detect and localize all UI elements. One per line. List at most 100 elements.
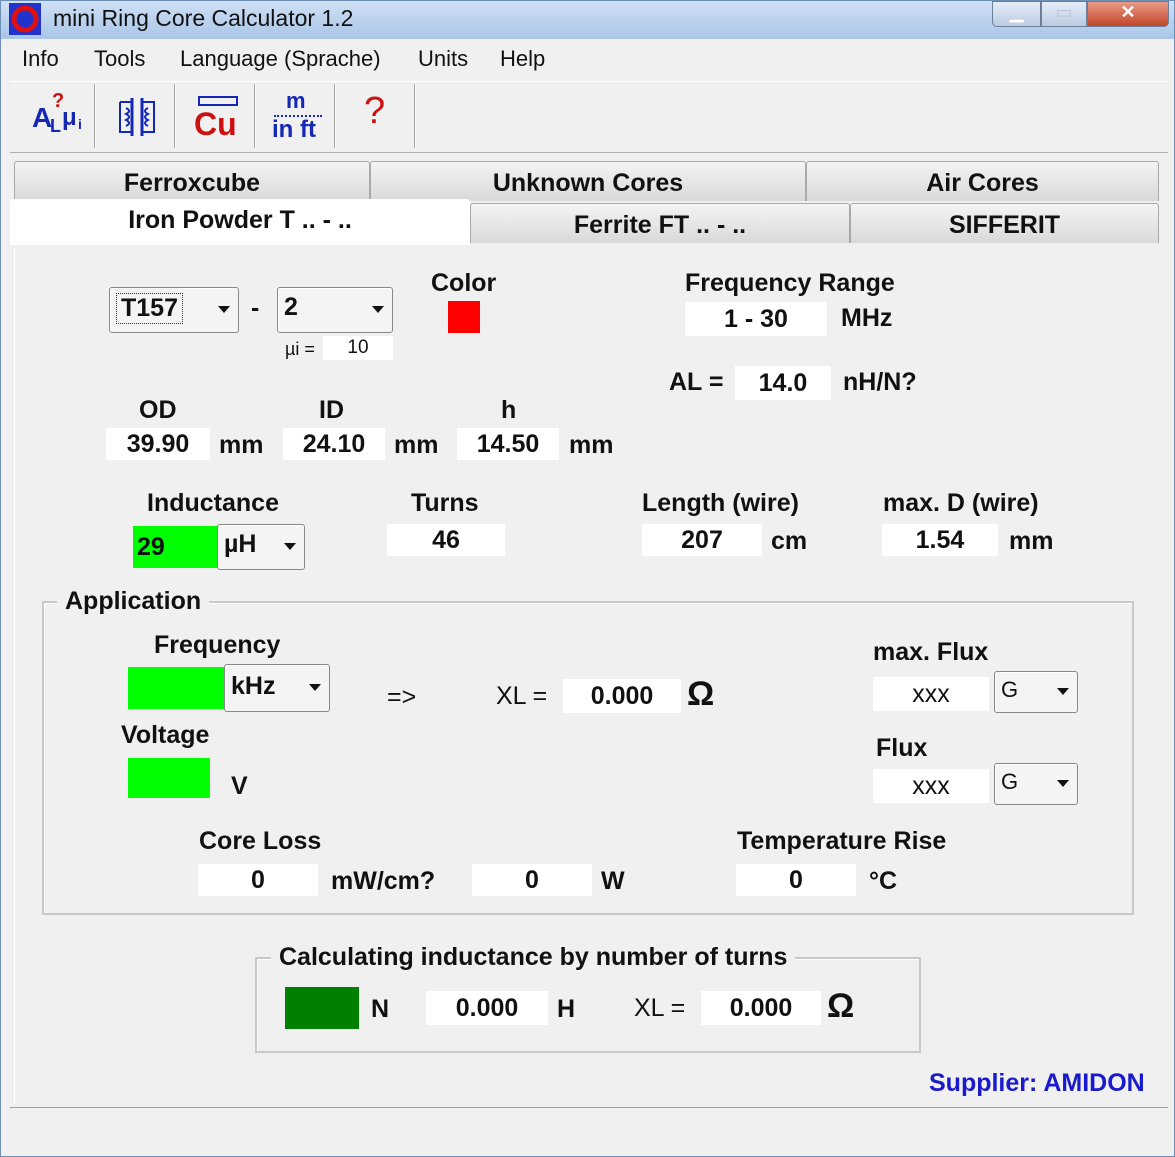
tab-ferrite-ft[interactable]: Ferrite FT .. - .. xyxy=(470,203,850,243)
units-button[interactable]: m in ft xyxy=(258,84,335,148)
flux-label: Flux xyxy=(876,734,928,762)
wire-length-label: Length (wire) xyxy=(642,489,799,517)
menu-info[interactable]: Info xyxy=(22,46,59,72)
toolbar: A L ? μ i Cu m in ft ? xyxy=(10,81,1168,153)
circuit-icon xyxy=(119,98,155,136)
inductance-unit-select[interactable]: µH xyxy=(217,524,305,570)
title-bar: mini Ring Core Calculator 1.2 ▁ ▭ ✕ xyxy=(1,1,1174,39)
chevron-down-icon xyxy=(372,306,384,313)
max-flux-unit-select[interactable]: G xyxy=(994,671,1078,713)
wire-length-unit: cm xyxy=(771,527,808,555)
max-flux-value: xxx xyxy=(873,677,989,711)
menu-units[interactable]: Units xyxy=(418,46,468,72)
flux-unit-select[interactable]: G xyxy=(994,763,1078,805)
core-color-swatch xyxy=(448,301,480,333)
tab-sifferit[interactable]: SIFFERIT xyxy=(850,203,1159,243)
h-value: 14.50 xyxy=(457,428,559,460)
al-label: AL = xyxy=(669,368,724,396)
status-bar xyxy=(10,1107,1168,1150)
voltage-label: Voltage xyxy=(121,721,210,749)
od-label: OD xyxy=(139,396,177,424)
tab-iron-powder[interactable]: Iron Powder T .. - .. xyxy=(10,199,470,245)
units-icon: m in ft xyxy=(268,88,328,144)
chevron-down-icon xyxy=(1057,780,1069,787)
temperature-rise-value: 0 xyxy=(736,864,856,896)
id-unit: mm xyxy=(394,431,439,459)
menu-tools[interactable]: Tools xyxy=(94,46,145,72)
wire-diameter-unit: mm xyxy=(1009,527,1054,555)
turns-label: Turns xyxy=(411,489,479,517)
inductance-label: Inductance xyxy=(147,489,279,517)
h-label: h xyxy=(501,396,517,424)
tab-ferroxcube[interactable]: Ferroxcube xyxy=(14,161,370,201)
calc-xl-value: 0.000 xyxy=(701,991,821,1025)
maximize-button[interactable]: ▭ xyxy=(1041,1,1087,27)
calc-inductance-value: 0.000 xyxy=(426,991,548,1025)
color-label: Color xyxy=(431,269,497,297)
window-title: mini Ring Core Calculator 1.2 xyxy=(53,5,354,31)
od-value: 39.90 xyxy=(106,428,210,460)
close-button[interactable]: ✕ xyxy=(1087,1,1169,27)
app-ring-icon xyxy=(9,3,41,35)
al-mu-button[interactable]: A L ? μ i xyxy=(18,84,95,148)
od-unit: mm xyxy=(219,431,264,459)
temperature-rise-label: Temperature Rise xyxy=(737,827,947,855)
xl-value: 0.000 xyxy=(563,679,681,713)
wire-length-value: 207 xyxy=(642,524,762,556)
frequency-range-label: Frequency Range xyxy=(685,269,895,297)
calc-inductance-unit: H xyxy=(557,995,576,1023)
calc-xl-label: XL = xyxy=(634,994,686,1022)
al-mu-icon: A L ? μ i xyxy=(32,90,82,136)
mu-value: 10 xyxy=(323,336,393,360)
help-icon: ? xyxy=(364,90,386,132)
calc-by-turns-title: Calculating inductance by number of turn… xyxy=(271,943,796,972)
circuit-button[interactable] xyxy=(98,84,175,148)
al-unit: nH/N? xyxy=(843,368,917,396)
menu-help[interactable]: Help xyxy=(500,46,545,72)
loss-watts-value: 0 xyxy=(472,864,592,896)
menu-bar: Info Tools Language (Sprache) Units Help xyxy=(10,41,1168,77)
inductance-input[interactable]: 29 xyxy=(133,526,217,568)
voltage-unit: V xyxy=(231,772,248,800)
core-loss-unit: mW/cm? xyxy=(331,867,436,895)
app-frequency-label: Frequency xyxy=(154,631,281,659)
wire-diameter-value: 1.54 xyxy=(882,524,998,556)
copper-wire-icon: Cu xyxy=(194,88,244,144)
menu-language[interactable]: Language (Sprache) xyxy=(180,46,381,72)
h-unit: mm xyxy=(569,431,614,459)
core-loss-value: 0 xyxy=(198,864,318,896)
xl-label: XL = xyxy=(496,682,548,710)
frequency-range-value: 1 - 30 xyxy=(685,302,827,336)
ohm-symbol: Ω xyxy=(687,675,715,713)
id-value: 24.10 xyxy=(283,428,385,460)
max-flux-label: max. Flux xyxy=(873,638,989,666)
core-loss-label: Core Loss xyxy=(199,827,322,855)
help-button[interactable]: ? xyxy=(338,84,415,148)
chevron-down-icon xyxy=(1057,688,1069,695)
application-title: Application xyxy=(57,587,210,616)
turns-value: 46 xyxy=(387,524,505,556)
app-frequency-input[interactable] xyxy=(128,667,224,709)
turns-input[interactable] xyxy=(285,987,359,1029)
flux-value: xxx xyxy=(873,769,989,803)
minimize-button[interactable]: ▁ xyxy=(992,1,1041,27)
loss-watts-unit: W xyxy=(601,867,625,895)
tab-unknown-cores[interactable]: Unknown Cores xyxy=(370,161,806,201)
core-mix-select[interactable]: 2 xyxy=(277,287,393,333)
app-window: mini Ring Core Calculator 1.2 ▁ ▭ ✕ Info… xyxy=(0,0,1175,1157)
turns-n-label: N xyxy=(371,995,390,1023)
voltage-input[interactable] xyxy=(128,758,210,798)
chevron-down-icon xyxy=(218,306,230,313)
temperature-rise-unit: °C xyxy=(869,867,898,895)
tab-air-cores[interactable]: Air Cores xyxy=(806,161,1159,201)
core-dash: - xyxy=(251,294,260,322)
close-icon: ✕ xyxy=(1120,2,1136,22)
arrow-label: => xyxy=(387,683,417,711)
wire-diameter-label: max. D (wire) xyxy=(883,489,1039,517)
copper-button[interactable]: Cu xyxy=(178,84,255,148)
frequency-range-unit: MHz xyxy=(841,304,893,332)
app-frequency-unit-select[interactable]: kHz xyxy=(224,664,330,712)
minimize-icon: ▁ xyxy=(1009,2,1024,22)
mu-label: µi = xyxy=(285,339,315,359)
core-size-select[interactable]: T157 xyxy=(109,287,239,333)
